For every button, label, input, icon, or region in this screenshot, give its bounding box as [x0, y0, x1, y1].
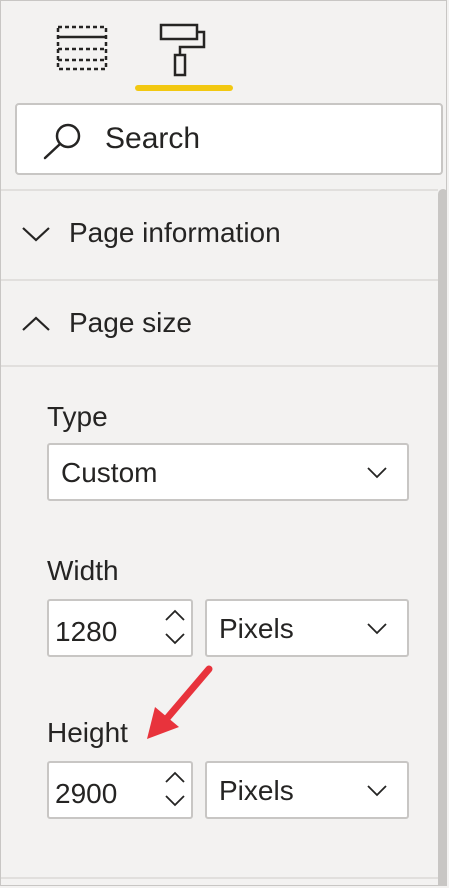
type-label: Type — [47, 401, 108, 432]
search-input[interactable] — [105, 117, 425, 161]
height-increment-button[interactable] — [163, 767, 187, 789]
chevron-up-icon — [165, 609, 185, 621]
chevron-up-icon — [22, 316, 50, 331]
width-input[interactable] — [55, 615, 155, 649]
section-divider — [1, 877, 438, 879]
paint-roller-icon — [159, 23, 206, 77]
section-label: Page size — [69, 307, 192, 338]
width-label: Width — [47, 555, 119, 586]
scrollbar[interactable] — [438, 189, 446, 885]
selected-tab-indicator — [135, 85, 233, 91]
width-decrement-button[interactable] — [163, 629, 187, 651]
height-input[interactable] — [55, 777, 155, 811]
search-icon — [43, 123, 81, 160]
width-unit-dropdown[interactable]: Pixels — [205, 599, 409, 657]
chevron-down-icon — [367, 785, 387, 797]
type-value: Custom — [61, 457, 158, 488]
pane-toolbar — [1, 1, 446, 97]
width-unit-value: Pixels — [219, 613, 294, 644]
format-tab-button[interactable] — [133, 15, 233, 95]
format-pane: Page information Page size Type Custom W… — [0, 0, 447, 886]
section-header-page-size[interactable]: Page size — [1, 279, 438, 367]
height-unit-value: Pixels — [219, 775, 294, 806]
red-arrow-icon — [147, 665, 213, 739]
section-header-page-information[interactable]: Page information — [1, 189, 438, 277]
height-unit-dropdown[interactable]: Pixels — [205, 761, 409, 819]
chevron-up-icon — [165, 771, 185, 783]
type-dropdown[interactable]: Custom — [47, 443, 409, 501]
width-stepper[interactable] — [47, 599, 193, 657]
fields-tab-button[interactable] — [33, 15, 133, 95]
chevron-down-icon — [367, 623, 387, 635]
search-box[interactable] — [15, 103, 443, 175]
height-label: Height — [47, 717, 128, 748]
section-label: Page information — [69, 217, 281, 248]
chevron-down-icon — [165, 795, 185, 807]
format-sections: Page information Page size Type Custom W… — [1, 189, 446, 885]
chevron-down-icon — [165, 633, 185, 645]
width-increment-button[interactable] — [163, 605, 187, 627]
height-decrement-button[interactable] — [163, 791, 187, 813]
chevron-down-icon — [22, 227, 50, 242]
chevron-down-icon — [367, 467, 387, 479]
table-fields-icon — [56, 25, 108, 71]
height-stepper[interactable] — [47, 761, 193, 819]
